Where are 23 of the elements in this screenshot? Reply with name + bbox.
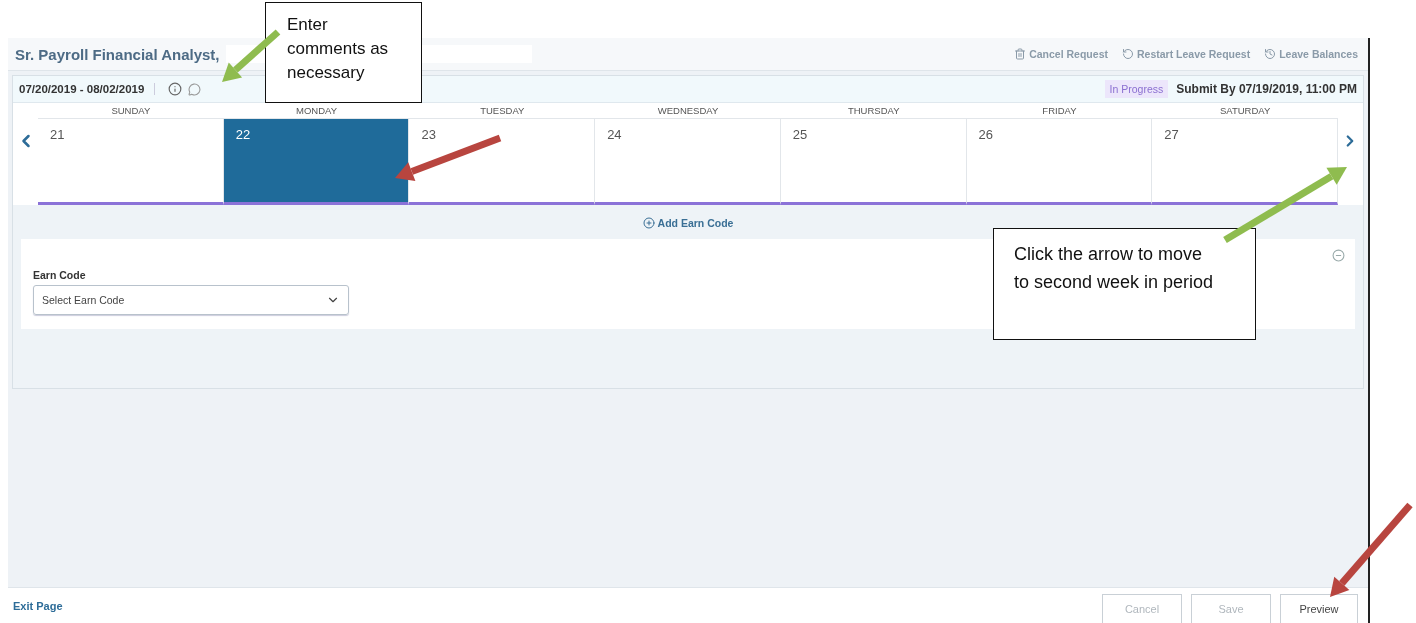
submit-deadline: Submit By 07/19/2019, 11:00 PM: [1176, 82, 1357, 96]
footer-button[interactable]: Preview: [1280, 593, 1358, 623]
annotation-callout: Click the arrow to move to second week in period: [993, 228, 1256, 340]
field-label: Earn Code: [33, 269, 86, 281]
history-icon: [1264, 48, 1277, 60]
add-earn-code-link[interactable]: Add Earn Code: [642, 217, 734, 229]
day-cell[interactable]: 24: [595, 119, 781, 205]
pay-period-range: 07/20/2019 - 08/02/2019: [19, 83, 156, 95]
remove-icon[interactable]: [1332, 249, 1345, 262]
day-cell[interactable]: 21: [38, 119, 224, 205]
day-cell[interactable]: 26: [966, 119, 1153, 205]
day-cell[interactable]: 27: [1152, 119, 1338, 205]
earn-code-select[interactable]: Select Earn Code: [33, 285, 349, 315]
annotation-callout: Enter comments as necessary: [265, 2, 422, 103]
status-badge: In Progress: [1104, 80, 1169, 98]
day-cell[interactable]: 22: [223, 119, 410, 205]
restart-icon: [1121, 48, 1134, 60]
exit-page-link[interactable]: Exit Page: [13, 599, 63, 612]
day-cell[interactable]: 23: [409, 119, 596, 205]
page-title: Sr. Payroll Financial Analyst,: [15, 45, 220, 63]
add-icon: [642, 217, 655, 229]
trash-icon: [1014, 48, 1027, 60]
day-cell[interactable]: 25: [780, 119, 967, 205]
